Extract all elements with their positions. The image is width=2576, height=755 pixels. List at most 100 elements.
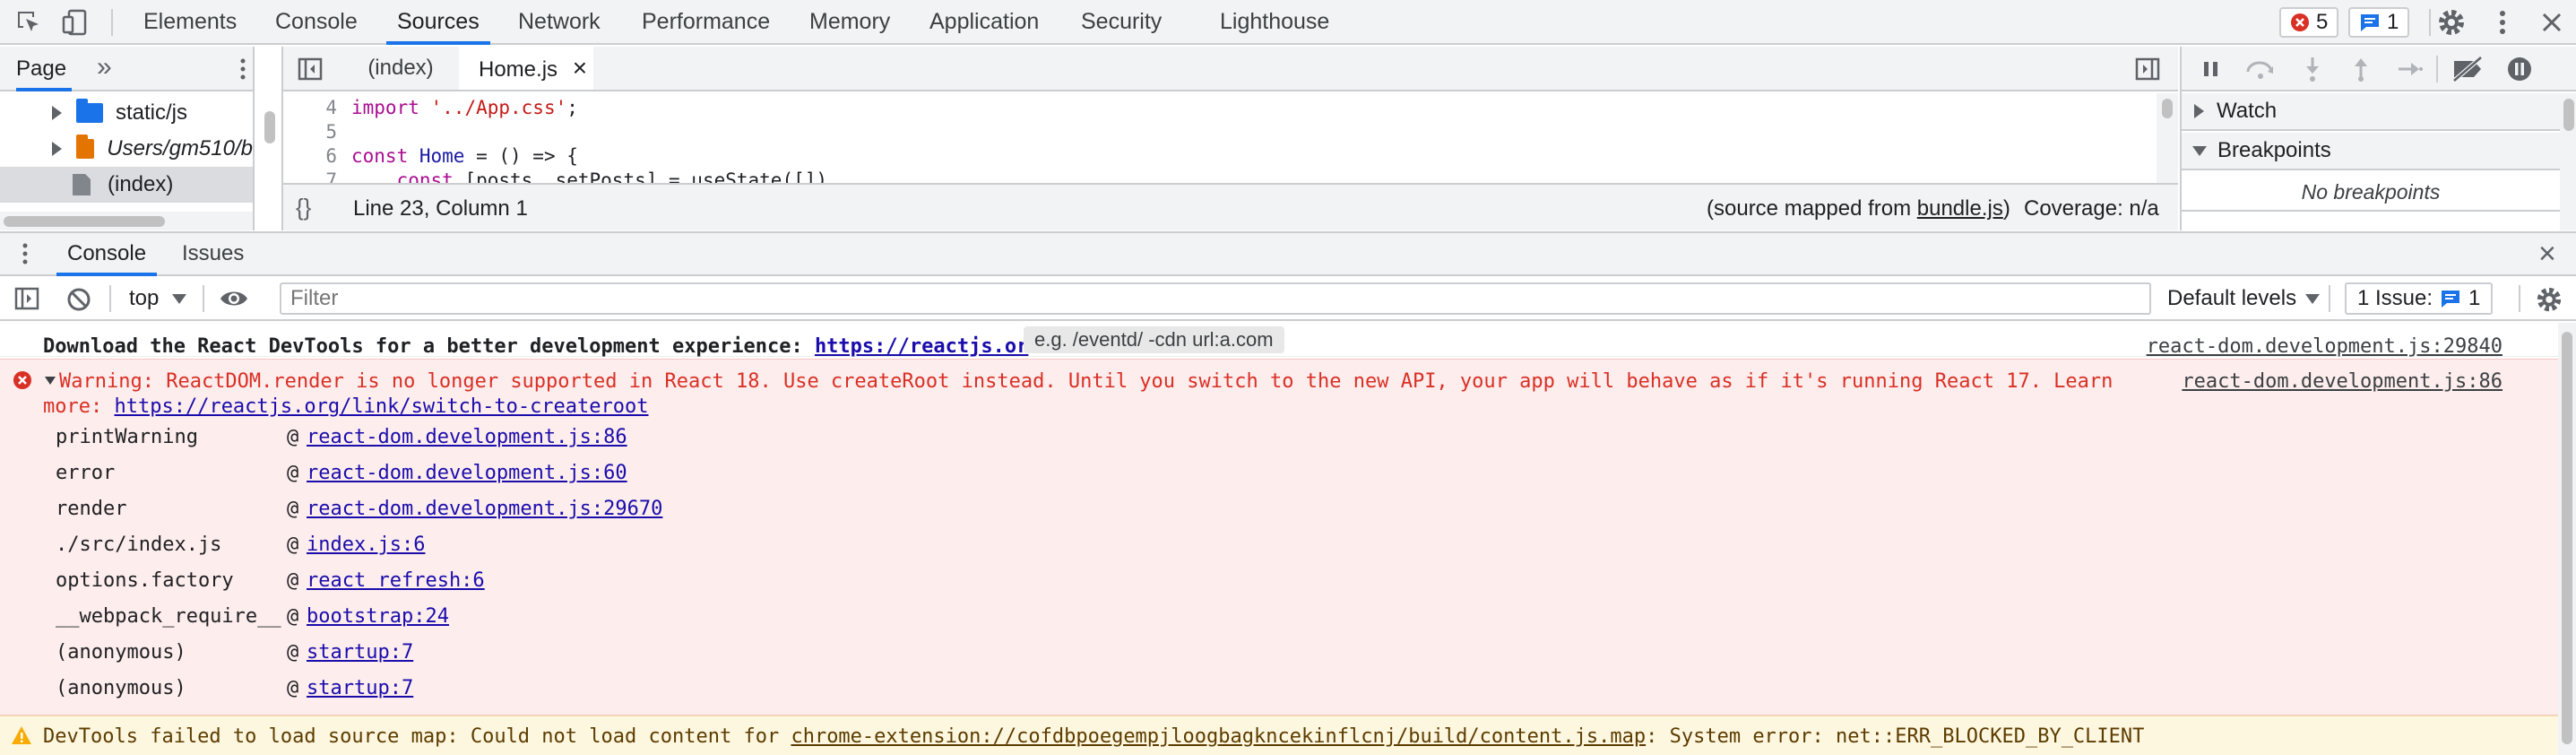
bundle-js-link[interactable]: bundle.js bbox=[1917, 196, 2003, 221]
pretty-print-button[interactable]: {} bbox=[296, 194, 311, 221]
folder-icon bbox=[76, 99, 103, 123]
drawer-tabbar: Console Issues × bbox=[0, 231, 2576, 276]
tree-item-static-js[interactable]: static/js bbox=[0, 95, 253, 131]
stack-function: error bbox=[56, 462, 116, 484]
editor-tab-label: Home.js bbox=[479, 57, 558, 82]
more-tabs-button[interactable]: » bbox=[97, 52, 112, 82]
log-levels-selector[interactable]: Default levels bbox=[2167, 286, 2296, 311]
editor-tab-index[interactable]: (index) bbox=[350, 47, 452, 90]
stack-location-link[interactable]: startup:7 bbox=[307, 677, 413, 699]
close-tab-icon[interactable]: × bbox=[573, 54, 587, 82]
expand-arrow-icon[interactable] bbox=[52, 142, 62, 156]
tab-lighthouse[interactable]: Lighthouse bbox=[1220, 0, 1329, 43]
stack-location-link[interactable]: bootstrap:24 bbox=[307, 605, 449, 628]
expand-arrow-icon[interactable] bbox=[52, 106, 62, 120]
context-selector[interactable]: top bbox=[129, 286, 159, 311]
editor-status-bar: {} Line 23, Column 1 (source mapped from… bbox=[283, 183, 2178, 230]
close-devtools-icon[interactable] bbox=[2537, 7, 2567, 38]
editor-vscrollbar[interactable] bbox=[2157, 93, 2178, 183]
issues-count: 1 bbox=[2468, 286, 2481, 310]
watch-label: Watch bbox=[2217, 99, 2278, 123]
toggle-debugger-icon[interactable] bbox=[2135, 57, 2160, 81]
active-tab-indicator bbox=[16, 88, 72, 91]
editor-tabbar: (index) Home.js × bbox=[283, 47, 2178, 91]
stack-location-link[interactable]: react-dom.development.js:60 bbox=[307, 462, 627, 484]
stack-location-link[interactable]: startup:7 bbox=[307, 641, 413, 664]
stack-location-link[interactable]: react-dom.development.js:86 bbox=[307, 426, 627, 448]
settings-gear-icon[interactable] bbox=[2436, 7, 2467, 38]
drawer-tab-console[interactable]: Console bbox=[56, 233, 158, 276]
clear-console-icon[interactable] bbox=[66, 287, 91, 312]
tree-item-users-folder[interactable]: Users/gm510/b bbox=[0, 131, 253, 167]
console-vscrollbar[interactable] bbox=[2558, 323, 2576, 755]
collapsed-arrow-icon bbox=[2194, 104, 2204, 118]
stack-location-link[interactable]: react refresh:6 bbox=[307, 569, 485, 592]
react-devtools-link[interactable]: https://reactjs.or bbox=[815, 335, 1028, 358]
error-icon bbox=[2291, 13, 2309, 31]
navigator-hscrollbar[interactable] bbox=[0, 212, 253, 230]
message-count: 1 bbox=[2387, 10, 2399, 34]
debugger-sidebar: Watch Breakpoints No breakpoints bbox=[2180, 47, 2576, 230]
step-into-icon[interactable] bbox=[2302, 56, 2323, 82]
toolbar-separator bbox=[2429, 9, 2431, 36]
step-over-icon[interactable] bbox=[2244, 57, 2277, 81]
drawer-menu-icon[interactable] bbox=[20, 240, 30, 267]
stack-function: ./src/index.js bbox=[56, 534, 222, 556]
expand-stack-arrow-icon[interactable] bbox=[45, 377, 56, 385]
console-sidebar-toggle-icon[interactable] bbox=[14, 287, 39, 310]
error-count-badge[interactable]: 5 bbox=[2279, 7, 2339, 38]
pause-on-exceptions-icon[interactable] bbox=[2506, 56, 2533, 82]
code-area[interactable]: 4 import '../App.css'; 5 6 const Home = … bbox=[283, 93, 2160, 184]
pause-icon[interactable] bbox=[2201, 59, 2221, 79]
watch-section-header[interactable]: Watch bbox=[2182, 93, 2560, 131]
editor-tab-home-js[interactable]: Home.js × bbox=[459, 47, 593, 90]
toolbar-separator bbox=[111, 9, 113, 36]
tree-item-index[interactable]: (index) bbox=[0, 167, 253, 203]
context-dropdown-arrow-icon[interactable] bbox=[172, 294, 186, 304]
navigator-menu-icon[interactable] bbox=[238, 56, 247, 82]
source-location-link[interactable]: react-dom.development.js:86 bbox=[2182, 370, 2503, 393]
message-icon bbox=[2361, 14, 2379, 31]
no-breakpoints-text: No breakpoints bbox=[2182, 172, 2560, 212]
source-map-link[interactable]: chrome-extension://cofdbpoegempjloogbagk… bbox=[791, 725, 1646, 748]
message-text: Download the React DevTools for a better… bbox=[43, 335, 1029, 358]
source-location-link[interactable]: react-dom.development.js:29840 bbox=[2147, 335, 2503, 358]
debugger-vscrollbar[interactable] bbox=[2560, 93, 2576, 230]
message-count-badge[interactable]: 1 bbox=[2348, 7, 2410, 38]
drawer-tab-issues[interactable]: Issues bbox=[182, 233, 244, 274]
line-number: 7 bbox=[325, 169, 337, 184]
breakpoints-section-header[interactable]: Breakpoints bbox=[2182, 133, 2560, 170]
tab-performance[interactable]: Performance bbox=[642, 0, 770, 43]
tab-memory[interactable]: Memory bbox=[809, 0, 890, 43]
tab-sources[interactable]: Sources bbox=[386, 0, 490, 45]
stack-location-link[interactable]: index.js:6 bbox=[307, 534, 425, 556]
inspect-element-icon[interactable] bbox=[14, 8, 43, 37]
more-options-icon[interactable] bbox=[2490, 7, 2515, 38]
deactivate-breakpoints-icon[interactable] bbox=[2451, 56, 2486, 82]
issues-counter-button[interactable]: 1 Issue: 1 bbox=[2345, 282, 2494, 315]
tree-item-label: (index) bbox=[108, 172, 174, 196]
console-settings-gear-icon[interactable] bbox=[2535, 285, 2563, 314]
step-out-icon[interactable] bbox=[2350, 56, 2372, 82]
tab-elements[interactable]: Elements bbox=[143, 0, 237, 43]
console-filter-input[interactable] bbox=[280, 282, 2151, 315]
tab-security[interactable]: Security bbox=[1081, 0, 1162, 43]
tab-page[interactable]: Page bbox=[16, 56, 66, 82]
step-icon[interactable] bbox=[2397, 57, 2424, 81]
switch-to-createroot-link[interactable]: https://reactjs.org/link/switch-to-creat… bbox=[114, 395, 648, 418]
toggle-navigator-icon[interactable] bbox=[298, 57, 323, 81]
tab-application[interactable]: Application bbox=[929, 0, 1039, 43]
navigator-header: Page » bbox=[0, 47, 253, 91]
live-expression-eye-icon[interactable] bbox=[219, 287, 249, 310]
device-toggle-icon[interactable] bbox=[61, 8, 90, 37]
levels-dropdown-arrow-icon[interactable] bbox=[2305, 294, 2320, 304]
stack-location-link[interactable]: react-dom.development.js:29670 bbox=[307, 498, 662, 520]
devtools-panel-tabbar: Elements Console Sources Network Perform… bbox=[0, 0, 2576, 45]
warning-icon bbox=[12, 726, 31, 744]
tree-item-label: Users/gm510/b bbox=[107, 136, 253, 161]
tab-console[interactable]: Console bbox=[275, 0, 358, 43]
tab-network[interactable]: Network bbox=[518, 0, 601, 43]
close-drawer-icon[interactable]: × bbox=[2538, 237, 2556, 272]
code-line: 4 import '../App.css'; bbox=[283, 95, 578, 119]
navigator-scroll-gutter bbox=[256, 47, 283, 230]
